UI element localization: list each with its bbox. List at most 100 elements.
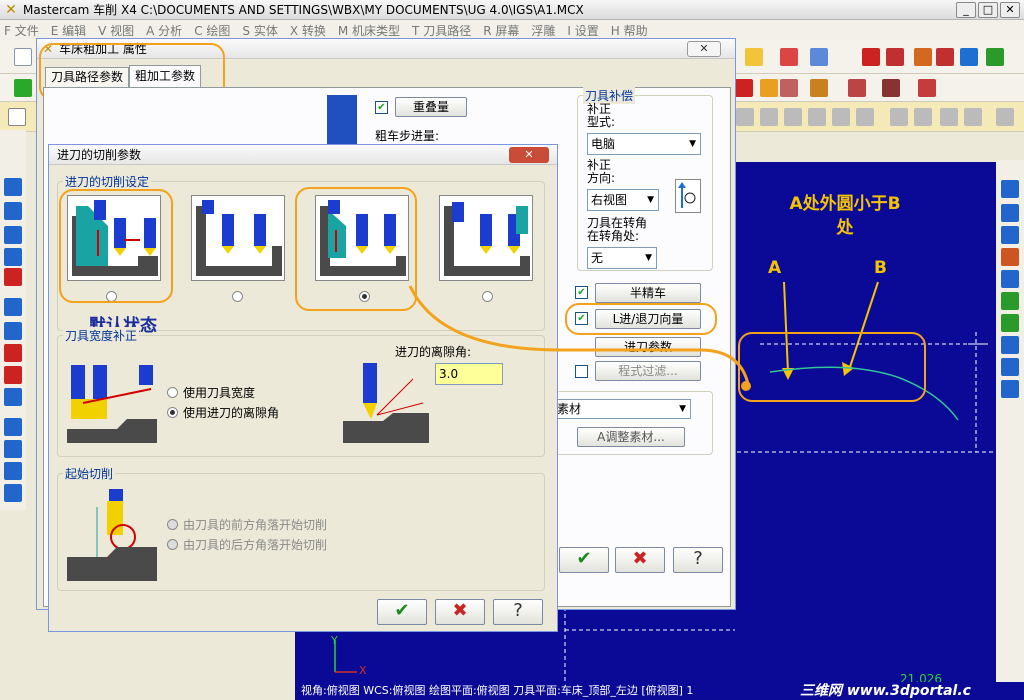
adjust-stock-button[interactable]: A调整素材... — [577, 427, 685, 447]
gray-tool-icon — [808, 108, 826, 126]
menu-analyze[interactable]: A 分析 — [146, 22, 182, 39]
dialog-title: 进刀的切削参数 — [57, 148, 142, 162]
plunge-option-2-radio[interactable] — [232, 291, 243, 302]
minimize-button[interactable]: _ — [956, 2, 976, 18]
solid-icon[interactable] — [760, 79, 778, 97]
plunge-option-4-image[interactable] — [439, 195, 533, 281]
semi-finish-checkbox[interactable]: ✔ — [575, 286, 588, 299]
left-toolbar — [0, 130, 26, 510]
layer-icon[interactable] — [4, 388, 22, 406]
help-button[interactable]: ? — [493, 599, 543, 625]
down-arrow-icon[interactable] — [4, 248, 22, 266]
menu-toolpaths[interactable]: T 刀具路径 — [412, 22, 471, 39]
plunge-cut-params-dialog: 进刀的切削参数 ✕ 进刀的切削设定 默认状态 刀具宽度补正 使用刀具宽度 使用进… — [48, 144, 558, 632]
start-back-radio[interactable] — [167, 539, 178, 550]
add-icon[interactable] — [14, 79, 32, 97]
menu-help[interactable]: H 帮助 — [611, 22, 648, 39]
box-icon[interactable] — [4, 298, 22, 316]
menu-edit[interactable]: E 编辑 — [51, 22, 86, 39]
dialog-close-button[interactable]: ✕ — [687, 41, 721, 57]
operations-icon[interactable] — [936, 48, 954, 66]
stock-select[interactable]: 素材 ▼ — [553, 399, 691, 419]
cube-icon[interactable] — [1001, 292, 1019, 310]
pencil-icon[interactable] — [745, 48, 763, 66]
menu-file[interactable]: F 文件 — [4, 22, 39, 39]
clearance-angle-input[interactable]: 3.0 — [435, 363, 503, 385]
rotate-icon[interactable] — [4, 202, 22, 220]
menu-settings[interactable]: I 设置 — [567, 22, 598, 39]
question-icon[interactable] — [862, 48, 880, 66]
save-icon[interactable] — [1001, 358, 1019, 376]
pan-icon[interactable] — [1001, 204, 1019, 222]
use-tool-width-label: 使用刀具宽度 — [183, 386, 256, 400]
back-ok-button[interactable]: ✔ — [559, 547, 609, 573]
line-icon[interactable] — [1001, 226, 1019, 244]
plunge-params-button[interactable]: 进刀参数 — [595, 337, 701, 357]
grid-icon[interactable] — [735, 79, 753, 97]
back-help-button[interactable]: ? — [673, 547, 723, 573]
start-front-label: 由刀具的前方角落开始切削 — [183, 518, 328, 532]
zoom-icon[interactable] — [1001, 270, 1019, 288]
clearance-angle-label: 进刀的离隙角: — [395, 345, 472, 359]
window-icon[interactable] — [4, 418, 22, 436]
toolpath-icon[interactable] — [886, 48, 904, 66]
corner-select[interactable]: 无 ▼ — [587, 247, 657, 269]
eraser-icon[interactable] — [780, 48, 798, 66]
filter-button[interactable]: 程式过滤... — [595, 361, 701, 381]
dialog-close-button[interactable]: ✕ — [509, 147, 549, 163]
menu-xform[interactable]: X 转换 — [290, 22, 326, 39]
menu-create[interactable]: C 绘图 — [194, 22, 230, 39]
comp-direction-icon[interactable] — [675, 179, 701, 213]
filter-checkbox[interactable] — [575, 365, 588, 378]
comp-dir-select[interactable]: 右视图 ▼ — [587, 189, 659, 211]
overlap-checkbox[interactable]: ✔ — [375, 101, 388, 114]
iso-icon[interactable] — [1001, 314, 1019, 332]
corner-value: 无 — [591, 251, 604, 265]
panel-icon[interactable] — [4, 484, 22, 502]
back-cancel-button[interactable]: ✖ — [615, 547, 665, 573]
menu-solids[interactable]: S 实体 — [242, 22, 277, 39]
semi-finish-button[interactable]: 半精车 — [595, 283, 701, 303]
menu-machine-type[interactable]: M 机床类型 — [338, 22, 400, 39]
sum-icon[interactable] — [960, 48, 978, 66]
level-icon[interactable] — [986, 48, 1004, 66]
use-clearance-radio[interactable] — [167, 407, 178, 418]
overlap-button[interactable]: 重叠量 — [395, 97, 467, 117]
bottle-icon[interactable] — [918, 79, 936, 97]
shade-icon[interactable] — [848, 79, 866, 97]
menu-screen[interactable]: R 屏幕 — [483, 22, 519, 39]
shape-icon[interactable] — [4, 268, 22, 286]
wand-icon[interactable] — [810, 48, 828, 66]
chevron-down-icon: ▼ — [645, 253, 652, 263]
arc-icon[interactable] — [4, 226, 22, 244]
use-clearance-label: 使用进刀的离隙角 — [183, 406, 280, 420]
plane-icon[interactable] — [4, 366, 22, 384]
use-tool-width-radio[interactable] — [167, 387, 178, 398]
solid-icon[interactable] — [4, 344, 22, 362]
grid-icon[interactable] — [4, 440, 22, 458]
start-front-radio[interactable] — [167, 519, 178, 530]
view-icon[interactable] — [1001, 180, 1019, 198]
move-icon[interactable] — [4, 462, 22, 480]
manager-icon[interactable] — [914, 48, 932, 66]
graphics-viewport[interactable]: A处外圆小于B 处 A B — [730, 162, 996, 682]
close-small-icon[interactable] — [8, 108, 26, 126]
new-file-icon[interactable] — [14, 48, 32, 66]
layers-icon[interactable] — [1001, 380, 1019, 398]
cancel-button[interactable]: ✖ — [435, 599, 485, 625]
up-arrow-icon[interactable] — [4, 178, 22, 196]
brush-icon[interactable] — [810, 79, 828, 97]
maximize-button[interactable]: □ — [978, 2, 998, 18]
menu-view[interactable]: V 视图 — [98, 22, 134, 39]
cube-icon[interactable] — [4, 322, 22, 340]
plunge-option-2-image[interactable] — [191, 195, 285, 281]
menu-relief[interactable]: 浮雕 — [531, 22, 555, 39]
plunge-option-4-radio[interactable] — [482, 291, 493, 302]
ok-button[interactable]: ✔ — [377, 599, 427, 625]
comp-type-select[interactable]: 电脑 ▼ — [587, 133, 701, 155]
wire-icon[interactable] — [1001, 336, 1019, 354]
wire-icon[interactable] — [882, 79, 900, 97]
dims-icon[interactable] — [1001, 248, 1019, 266]
close-button[interactable]: ✕ — [1000, 2, 1020, 18]
link-icon[interactable] — [780, 79, 798, 97]
